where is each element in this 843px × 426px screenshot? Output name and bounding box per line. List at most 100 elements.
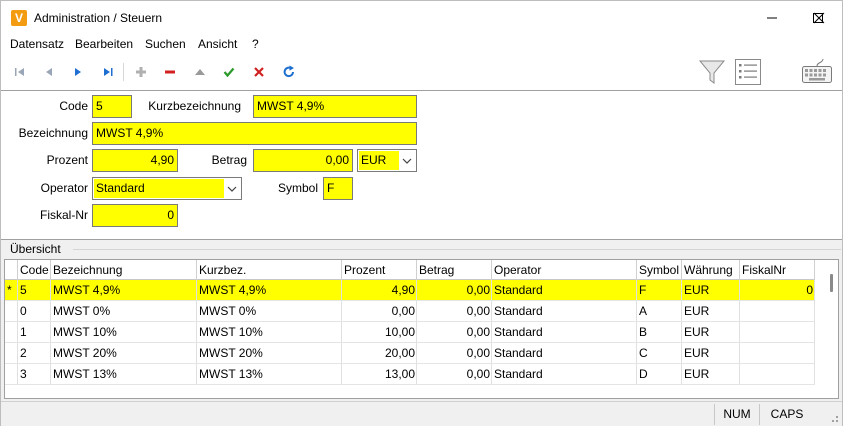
header-indicator xyxy=(5,260,18,280)
keyboard-button[interactable] xyxy=(800,57,834,87)
cell-betrag: 0,00 xyxy=(417,301,492,321)
toolbar xyxy=(1,54,842,91)
row-indicator xyxy=(5,343,18,363)
overview-divider xyxy=(73,249,841,250)
header-betrag[interactable]: Betrag xyxy=(417,260,492,280)
app-icon: V xyxy=(11,10,27,26)
list-view-button[interactable] xyxy=(733,57,763,87)
code-field[interactable]: 5 xyxy=(92,95,132,118)
checkmark-icon xyxy=(223,67,235,78)
resize-grip-icon[interactable] xyxy=(828,412,840,424)
close-button[interactable] xyxy=(796,1,842,34)
header-operator[interactable]: Operator xyxy=(492,260,637,280)
menu-help[interactable]: ? xyxy=(252,37,259,51)
header-kurzbez[interactable]: Kurzbez. xyxy=(197,260,342,280)
cell-operator: Standard xyxy=(492,280,637,300)
cell-bezeichnung: MWST 0% xyxy=(51,301,197,321)
cell-code: 2 xyxy=(18,343,51,363)
menu-bearbeiten[interactable]: Bearbeiten xyxy=(75,37,133,51)
header-waehrung[interactable]: Währung xyxy=(682,260,740,280)
cell-kurzbez: MWST 10% xyxy=(197,322,342,342)
symbol-field[interactable]: F xyxy=(323,177,353,200)
header-prozent[interactable]: Prozent xyxy=(342,260,417,280)
window-title: Administration / Steuern xyxy=(34,11,163,25)
first-record-icon xyxy=(15,68,24,76)
header-symbol[interactable]: Symbol xyxy=(637,260,682,280)
last-record-button[interactable] xyxy=(97,62,119,82)
cell-bezeichnung: MWST 20% xyxy=(51,343,197,363)
cell-waehrung: EUR xyxy=(682,280,740,300)
edit-record-button[interactable] xyxy=(189,62,211,82)
close-icon xyxy=(813,12,825,23)
add-record-button[interactable] xyxy=(130,62,152,82)
filter-button[interactable] xyxy=(697,57,727,87)
menu-suchen[interactable]: Suchen xyxy=(145,37,186,51)
cell-kurzbez: MWST 13% xyxy=(197,364,342,384)
fiskal-field[interactable]: 0 xyxy=(92,204,178,227)
cell-symbol: A xyxy=(637,301,682,321)
header-fiskalnr[interactable]: FiskalNr xyxy=(740,260,815,280)
cell-prozent: 10,00 xyxy=(342,322,417,342)
delete-record-button[interactable] xyxy=(159,62,181,82)
cell-waehrung: EUR xyxy=(682,343,740,363)
prozent-field[interactable]: 4,90 xyxy=(92,149,178,172)
cell-fiskalnr xyxy=(740,301,815,321)
previous-record-button[interactable] xyxy=(38,62,60,82)
cell-fiskalnr xyxy=(740,343,815,363)
kurzbez-label: Kurzbezeichnung xyxy=(148,99,241,113)
symbol-label: Symbol xyxy=(277,181,318,195)
next-record-icon xyxy=(75,68,81,76)
list-icon xyxy=(735,59,761,85)
bezeichnung-field[interactable]: MWST 4,9% xyxy=(92,122,417,145)
cell-operator: Standard xyxy=(492,364,637,384)
betrag-label: Betrag xyxy=(211,153,247,167)
kurzbez-field[interactable]: MWST 4,9% xyxy=(253,95,417,118)
cell-code: 1 xyxy=(18,322,51,342)
filter-icon xyxy=(698,60,726,84)
table-row[interactable]: * 5 MWST 4,9% MWST 4,9% 4,90 0,00 Standard F EUR… xyxy=(5,280,815,301)
header-bezeichnung[interactable]: Bezeichnung xyxy=(51,260,197,280)
table-row[interactable]: 1 MWST 10% MWST 10% 10,00 0,00 Standard B EUR xyxy=(5,322,815,343)
first-record-button[interactable] xyxy=(9,62,31,82)
minimize-overlay xyxy=(749,1,795,34)
cell-kurzbez: MWST 4,9% xyxy=(197,280,342,300)
cancel-record-button[interactable] xyxy=(248,62,270,82)
cell-waehrung: EUR xyxy=(682,301,740,321)
bezeichnung-label: Bezeichnung xyxy=(18,126,88,140)
row-indicator: * xyxy=(5,280,18,300)
cell-kurzbez: MWST 0% xyxy=(197,301,342,321)
overview-grid[interactable]: Code Bezeichnung Kurzbez. Prozent Betrag… xyxy=(4,259,839,399)
next-record-button[interactable] xyxy=(67,62,89,82)
cell-waehrung: EUR xyxy=(682,322,740,342)
cell-code: 0 xyxy=(18,301,51,321)
cell-betrag: 0,00 xyxy=(417,322,492,342)
menu-ansicht[interactable]: Ansicht xyxy=(198,37,237,51)
cell-bezeichnung: MWST 13% xyxy=(51,364,197,384)
cell-prozent: 13,00 xyxy=(342,364,417,384)
table-row[interactable]: 0 MWST 0% MWST 0% 0,00 0,00 Standard A EUR xyxy=(5,301,815,322)
chevron-down-icon xyxy=(227,186,237,192)
previous-record-icon xyxy=(46,68,52,76)
cell-fiskalnr: 0 xyxy=(740,280,815,300)
betrag-field[interactable]: 0,00 xyxy=(253,149,353,172)
currency-select[interactable]: EUR xyxy=(357,149,417,172)
vertical-scrollbar[interactable] xyxy=(825,260,838,398)
last-record-icon xyxy=(104,68,113,76)
cell-betrag: 0,00 xyxy=(417,364,492,384)
toolbar-separator xyxy=(123,63,124,81)
table-row[interactable]: 2 MWST 20% MWST 20% 20,00 0,00 Standard C EUR xyxy=(5,343,815,364)
triangle-up-icon xyxy=(195,69,205,75)
app-window: V Administration / Steuern Datensatz Bea… xyxy=(0,0,843,426)
grid-header: Code Bezeichnung Kurzbez. Prozent Betrag… xyxy=(5,260,815,280)
scroll-thumb[interactable] xyxy=(830,274,833,292)
menu-datensatz[interactable]: Datensatz xyxy=(10,37,64,51)
row-indicator xyxy=(5,322,18,342)
operator-select[interactable]: Standard xyxy=(92,177,242,200)
save-record-button[interactable] xyxy=(218,62,240,82)
plus-icon xyxy=(136,67,146,77)
cell-kurzbez: MWST 20% xyxy=(197,343,342,363)
table-row[interactable]: 3 MWST 13% MWST 13% 13,00 0,00 Standard D EUR xyxy=(5,364,815,385)
refresh-button[interactable] xyxy=(278,62,300,82)
header-code[interactable]: Code xyxy=(18,260,51,280)
caps-indicator: CAPS xyxy=(759,404,814,425)
